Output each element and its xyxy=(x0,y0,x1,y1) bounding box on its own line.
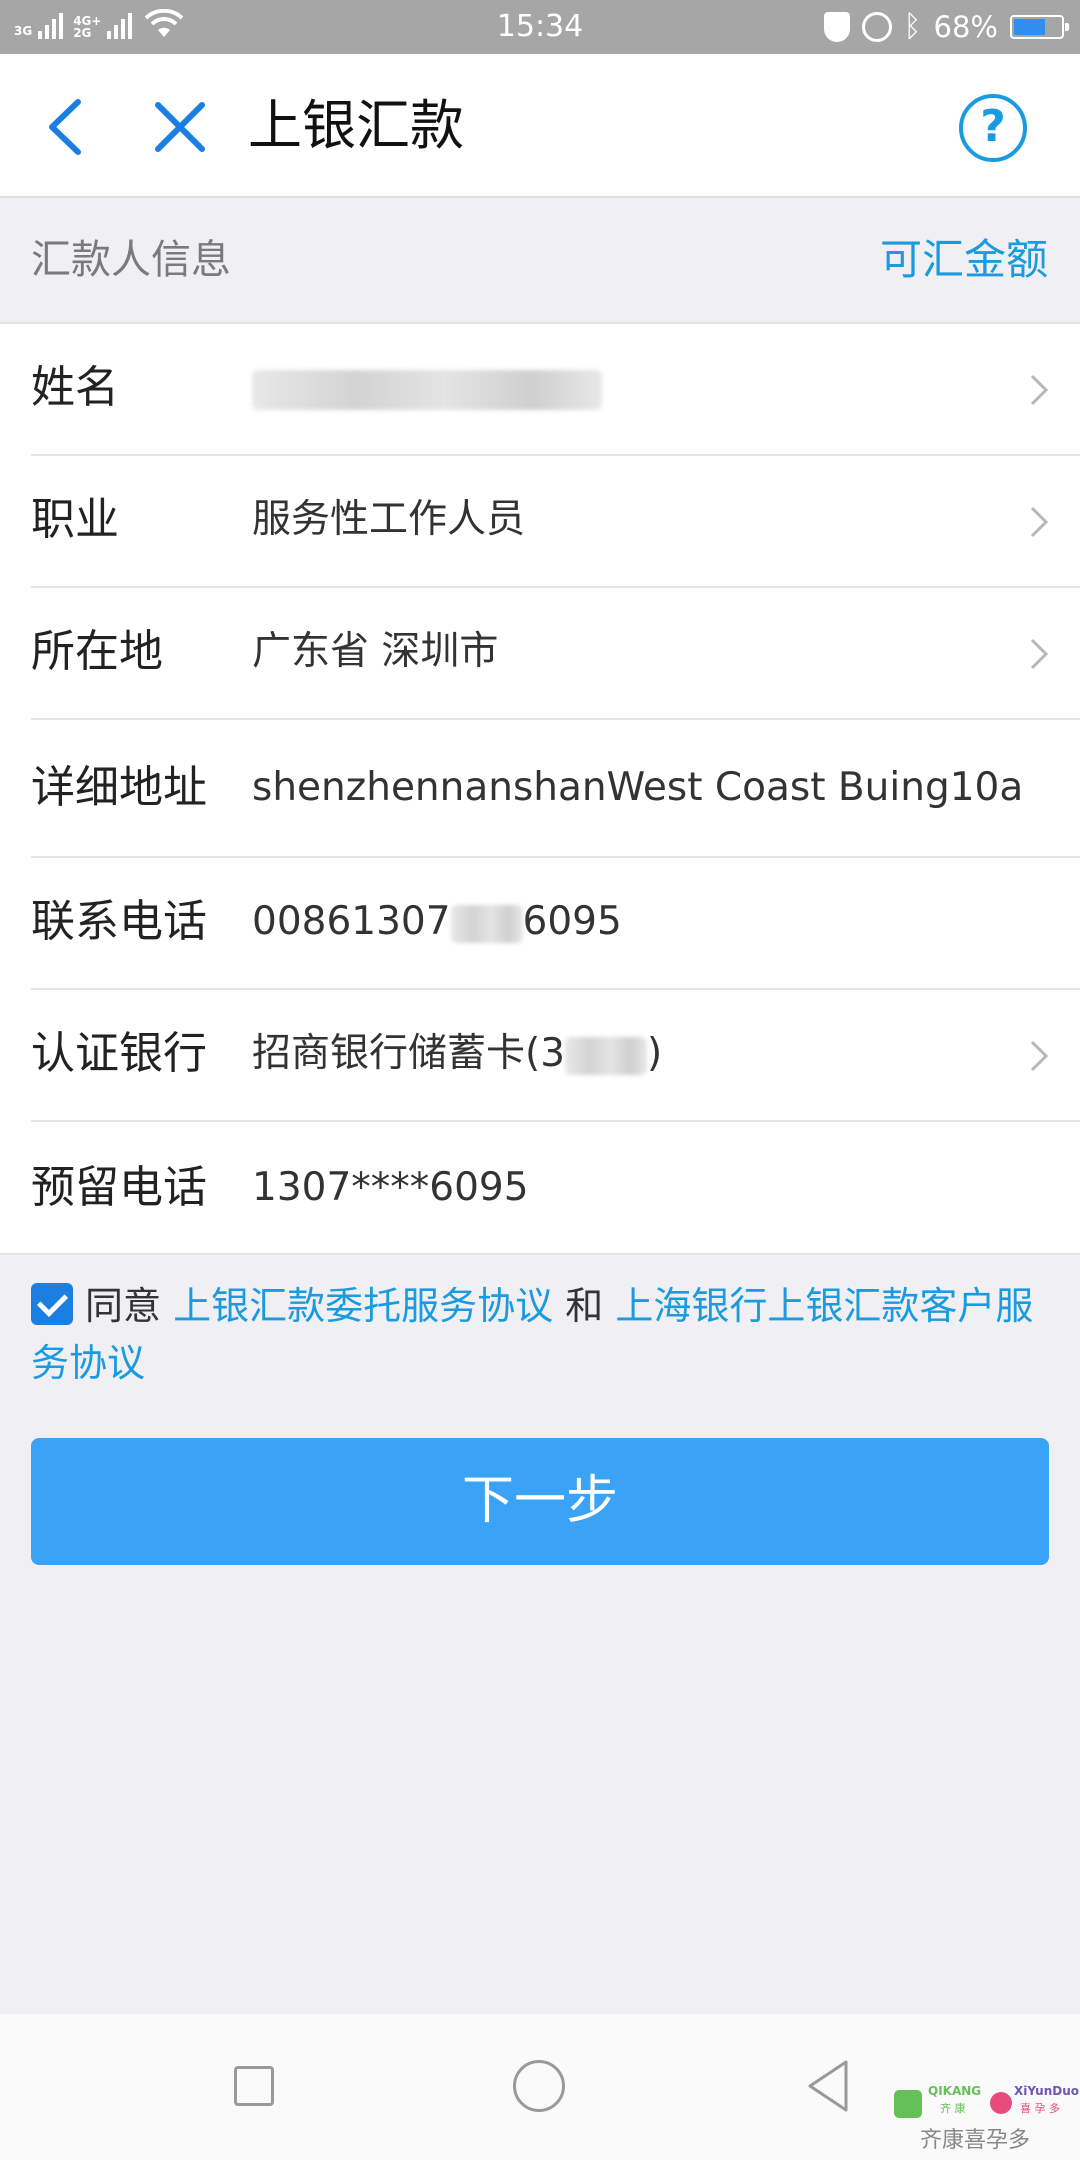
available-amount-link[interactable]: 可汇金额 xyxy=(880,232,1048,288)
row-label: 职业 xyxy=(31,494,119,545)
reserved-phone-value: 1307****6095 xyxy=(252,1165,529,1210)
watermark: QIKANG 齐 康 XiYunDuo 喜 孕 多 齐康喜孕多 xyxy=(894,2078,1079,2158)
lock-rotation-icon xyxy=(861,12,892,42)
address-value: shenzhennanshanWest Coast Buing10a xyxy=(252,765,1024,810)
row-label: 认证银行 xyxy=(31,1028,207,1079)
bank-value: 招商银行储蓄卡(3) xyxy=(252,1024,662,1084)
redacted-digits xyxy=(450,904,523,943)
watermark-brand1: QIKANG xyxy=(928,2084,982,2098)
shield-icon xyxy=(823,12,850,42)
help-icon[interactable]: ? xyxy=(959,94,1027,162)
agreement-link-1[interactable]: 上银汇款委托服务协议 xyxy=(173,1284,553,1328)
qikang-logo-icon xyxy=(894,2090,922,2118)
back-icon[interactable] xyxy=(40,92,90,162)
home-icon[interactable] xyxy=(513,2060,565,2112)
chevron-right-icon xyxy=(1030,638,1049,670)
row-label: 所在地 xyxy=(31,626,163,677)
redacted-name xyxy=(252,369,602,410)
occupation-value: 服务性工作人员 xyxy=(252,497,526,542)
name-value-redacted xyxy=(252,358,602,418)
recent-apps-icon[interactable] xyxy=(234,2066,274,2106)
nav-bar: 上银汇款 ? xyxy=(0,54,1080,198)
watermark-brand1-cn: 齐 康 xyxy=(940,2102,966,2115)
next-button[interactable]: 下一步 xyxy=(31,1438,1049,1565)
form-row-occupation[interactable]: 职业 服务性工作人员 xyxy=(0,456,1080,588)
redacted-card-digits xyxy=(565,1036,648,1075)
form-row-reserved-phone[interactable]: 预留电话 1307****6095 xyxy=(0,1122,1080,1255)
row-label: 详细地址 xyxy=(31,762,207,813)
watermark-brand2-cn: 喜 孕 多 xyxy=(1020,2102,1060,2115)
location-value: 广东省 深圳市 xyxy=(252,629,499,674)
system-nav-bar: QIKANG 齐 康 XiYunDuo 喜 孕 多 齐康喜孕多 xyxy=(0,2014,1080,2160)
page-title: 上银汇款 xyxy=(248,94,464,157)
bluetooth-icon: ᛒ xyxy=(903,9,922,44)
row-label: 预留电话 xyxy=(31,1162,207,1213)
status-bar: 3G 4G+ 2G 15:34 ᛒ 68% xyxy=(0,0,1080,54)
row-label: 联系电话 xyxy=(31,896,207,947)
form-row-contact-phone[interactable]: 联系电话 00861307 6095 xyxy=(0,858,1080,990)
form-row-location[interactable]: 所在地 广东省 深圳市 xyxy=(0,588,1080,720)
battery-percent: 68% xyxy=(933,10,998,44)
battery-icon xyxy=(1010,15,1069,39)
section-header: 汇款人信息 可汇金额 xyxy=(0,198,1080,322)
agreement-text: 同意 上银汇款委托服务协议 和 上海银行上银汇款客户服务协议 xyxy=(31,1278,1041,1392)
form-row-name[interactable]: 姓名 xyxy=(0,324,1080,456)
watermark-caption: 齐康喜孕多 xyxy=(920,2128,1031,2153)
chevron-right-icon xyxy=(1030,1040,1049,1072)
bank-suffix: ) xyxy=(647,1031,663,1076)
battery-fill xyxy=(1014,19,1046,35)
phone-prefix: 00861307 xyxy=(252,899,451,944)
section-title: 汇款人信息 xyxy=(31,237,231,283)
agree-conjunction: 和 xyxy=(565,1284,604,1328)
bank-prefix: 招商银行储蓄卡(3 xyxy=(252,1031,566,1076)
close-icon[interactable] xyxy=(152,99,208,155)
contact-phone-value: 00861307 6095 xyxy=(252,892,622,952)
form-row-address[interactable]: 详细地址 shenzhennanshanWest Coast Buing10a xyxy=(0,720,1080,858)
watermark-brand2: XiYunDuo xyxy=(1014,2084,1080,2098)
row-label: 姓名 xyxy=(31,362,119,413)
agree-prefix: 同意 xyxy=(85,1284,162,1328)
agree-checkbox[interactable] xyxy=(31,1283,73,1325)
phone-suffix: 6095 xyxy=(522,899,622,944)
xiyunduo-logo-icon xyxy=(990,2092,1012,2114)
system-back-icon[interactable] xyxy=(804,2058,852,2114)
chevron-right-icon xyxy=(1030,374,1049,406)
status-right: ᛒ 68% xyxy=(823,7,1069,47)
form-row-bank[interactable]: 认证银行 招商银行储蓄卡(3) xyxy=(0,990,1080,1122)
chevron-right-icon xyxy=(1030,506,1049,538)
sender-info-form: 姓名 职业 服务性工作人员 所在地 广东省 深圳市 详细地址 shenzhenn… xyxy=(0,322,1080,1255)
